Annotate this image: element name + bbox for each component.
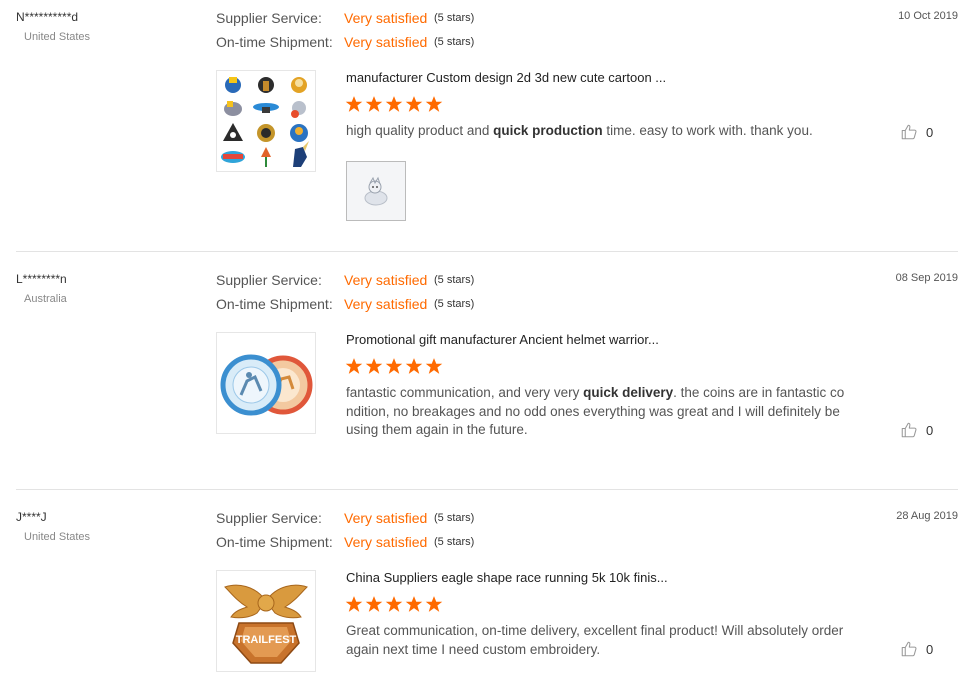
review-divider [16,251,958,252]
supplier-service-label: Supplier Service: [216,10,322,26]
supplier-service-label: Supplier Service: [216,510,322,526]
on-time-shipment-stars: (5 stars) [434,298,475,310]
feedback-text: Great communication, on-time delivery, e… [346,623,844,657]
star-icon [425,358,443,374]
on-time-shipment-rating: Very satisfied [344,534,428,550]
star-icon [405,96,423,112]
star-icon [405,358,423,374]
buyer-country: United States [24,31,91,43]
buyer-name: L********n [16,272,67,286]
star-rating [345,595,443,613]
like-count: 0 [926,641,934,657]
star-icon [385,96,403,112]
star-rating [345,95,443,113]
like-count: 0 [926,124,934,140]
on-time-shipment-label: On-time Shipment: [216,34,333,50]
review-date: 10 Oct 2019 [898,10,958,22]
supplier-service-stars: (5 stars) [434,274,475,286]
product-title[interactable]: manufacturer Custom design 2d 3d new cut… [346,70,666,85]
review-date: 08 Sep 2019 [895,272,958,284]
star-icon [365,358,383,374]
star-icon [405,596,423,612]
on-time-shipment-rating: Very satisfied [344,296,428,312]
feedback-text: high quality product and quick productio… [346,123,813,138]
review-date: 28 Aug 2019 [896,510,958,522]
product-title[interactable]: China Suppliers eagle shape race running… [346,570,668,585]
like-button[interactable]: 0 [900,640,933,658]
buyer-country: Australia [24,293,67,305]
like-button[interactable]: 0 [900,421,933,439]
on-time-shipment-stars: (5 stars) [434,36,475,48]
star-rating [345,357,443,375]
supplier-service-label: Supplier Service: [216,272,322,288]
like-count: 0 [926,422,934,438]
supplier-service-stars: (5 stars) [434,512,475,524]
buyer-name: N**********d [16,10,79,24]
star-icon [345,358,363,374]
star-icon [425,96,443,112]
enamel-pin-photo-icon[interactable] [346,161,406,221]
star-icon [345,596,363,612]
buyer-name: J****J [16,510,47,524]
supplier-service-stars: (5 stars) [434,12,475,24]
product-title[interactable]: Promotional gift manufacturer Ancient he… [346,332,659,347]
supplier-service-rating: Very satisfied [344,510,428,526]
thumbs-up-icon [901,422,917,438]
star-icon [425,596,443,612]
star-icon [385,596,403,612]
medal-text: TRAILFEST [236,634,297,646]
supplier-service-rating: Very satisfied [344,272,428,288]
star-icon [345,96,363,112]
cartoon-pins-grid-icon[interactable] [216,70,316,172]
on-time-shipment-label: On-time Shipment: [216,296,333,312]
star-icon [365,96,383,112]
on-time-shipment-label: On-time Shipment: [216,534,333,550]
feedback-text: fantastic communication, and very very q… [346,385,845,437]
on-time-shipment-rating: Very satisfied [344,34,428,50]
review-divider [16,489,958,490]
star-icon [385,358,403,374]
thumbs-up-icon [901,124,917,140]
on-time-shipment-stars: (5 stars) [434,536,475,548]
like-button[interactable]: 0 [900,123,933,141]
star-icon [365,596,383,612]
warrior-coins-icon[interactable] [216,332,316,434]
thumbs-up-icon [901,641,917,657]
buyer-country: United States [24,531,91,543]
eagle-medal-icon[interactable]: TRAILFEST [216,570,316,672]
supplier-service-rating: Very satisfied [344,10,428,26]
